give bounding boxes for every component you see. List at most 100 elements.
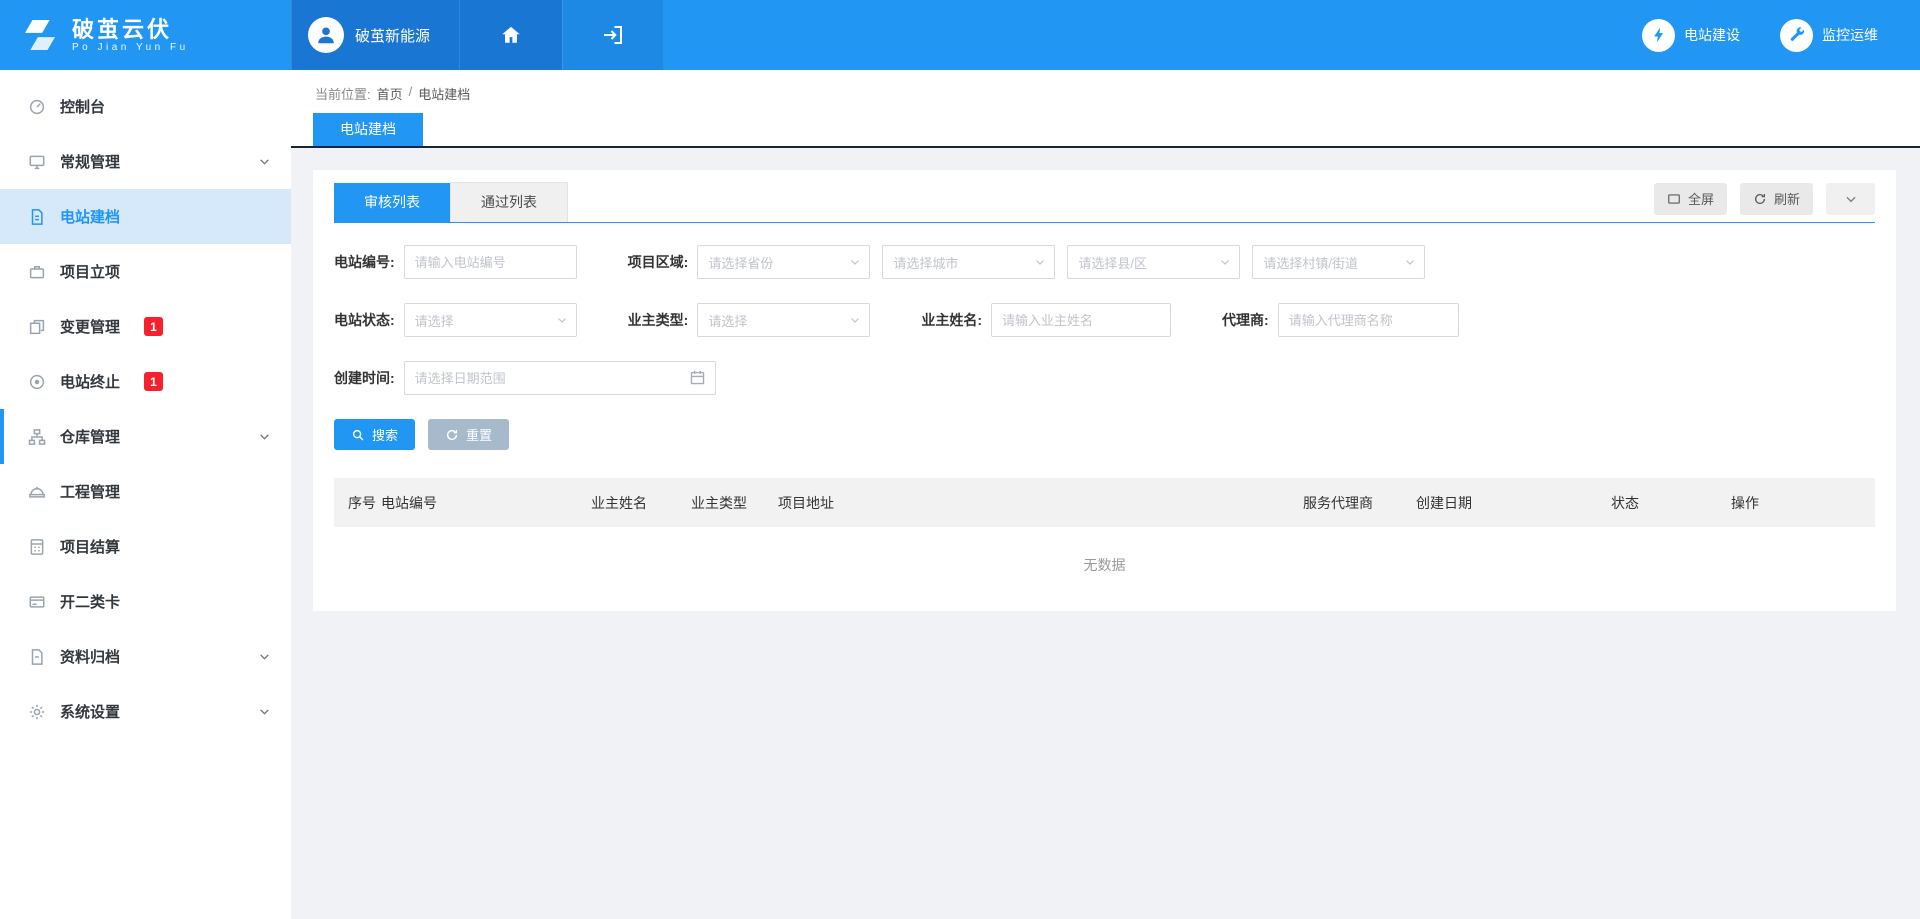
station-status-label: 电站状态:	[334, 310, 395, 330]
sidebar-item-class2-card[interactable]: 开二类卡	[0, 574, 291, 629]
tab-passed-list[interactable]: 通过列表	[450, 182, 568, 222]
owner-type-label: 业主类型:	[628, 310, 689, 330]
sidebar-item-label: 常规管理	[60, 151, 120, 172]
archive-icon	[28, 648, 46, 666]
province-select[interactable]: 请选择省份	[697, 245, 870, 279]
sidebar-item-data-archive[interactable]: 资料归档	[0, 629, 291, 684]
sidebar-item-dashboard[interactable]: 控制台	[0, 79, 291, 134]
sidebar-item-station-termination[interactable]: 电站终止 1	[0, 354, 291, 409]
nav-station-construction[interactable]: 电站建设	[1642, 19, 1740, 52]
town-select[interactable]: 请选择村镇/街道	[1252, 245, 1425, 279]
sidebar-item-label: 仓库管理	[60, 426, 120, 447]
city-select[interactable]: 请选择城市	[882, 245, 1055, 279]
chevron-down-icon	[258, 650, 271, 663]
stop-icon	[28, 373, 46, 391]
agent-input[interactable]	[1278, 303, 1459, 337]
refresh-button[interactable]: 刷新	[1740, 183, 1813, 215]
table-header-row: 序号 电站编号 业主姓名 业主类型 项目地址 服务代理商 创建日期 状态 操作	[334, 478, 1875, 527]
app-header: 破茧云伏 Po Jian Yun Fu 破茧新能源 电站建	[0, 0, 1920, 70]
date-range-input[interactable]	[404, 361, 716, 395]
region-label: 项目区域:	[628, 252, 689, 272]
station-no-label: 电站编号:	[334, 252, 395, 272]
page-tab-station-filing[interactable]: 电站建档	[313, 113, 423, 146]
collapse-panel-button[interactable]	[1826, 183, 1875, 215]
owner-name-input[interactable]	[991, 303, 1171, 337]
col-service-agent: 服务代理商	[1303, 493, 1416, 513]
fullscreen-icon	[1667, 192, 1681, 206]
col-owner-name: 业主姓名	[591, 493, 691, 513]
agent-label: 代理商:	[1222, 310, 1269, 330]
breadcrumb-separator: /	[409, 84, 413, 103]
sidebar-item-label: 电站建档	[60, 206, 120, 227]
tab-review-list[interactable]: 审核列表	[334, 183, 450, 222]
nav-monitor-ops[interactable]: 监控运维	[1780, 19, 1878, 52]
breadcrumb-prefix: 当前位置:	[315, 84, 371, 103]
breadcrumb: 当前位置: 首页 / 电站建档	[291, 84, 1920, 103]
lightning-icon	[1642, 19, 1675, 52]
county-select[interactable]: 请选择县/区	[1067, 245, 1240, 279]
brand-logo: 破茧云伏 Po Jian Yun Fu	[0, 0, 291, 70]
reset-button[interactable]: 重置	[428, 419, 509, 450]
sidebar-item-engineering-mgmt[interactable]: 工程管理	[0, 464, 291, 519]
nav-label: 电站建设	[1684, 25, 1740, 45]
chevron-down-icon	[258, 155, 271, 168]
col-station-no: 电站编号	[381, 493, 591, 513]
monitor-icon	[28, 153, 46, 171]
breadcrumb-home[interactable]: 首页	[377, 84, 403, 103]
brand-subtitle: Po Jian Yun Fu	[72, 42, 189, 53]
sidebar-item-label: 项目立项	[60, 261, 120, 282]
owner-type-select[interactable]: 请选择	[697, 303, 870, 337]
refresh-icon	[1753, 192, 1767, 206]
chevron-down-icon	[258, 430, 271, 443]
breadcrumb-current: 电站建档	[418, 84, 470, 103]
chevron-down-icon	[1219, 256, 1231, 268]
sidebar-item-warehouse-mgmt[interactable]: 仓库管理	[0, 409, 291, 464]
calculator-icon	[28, 538, 46, 556]
search-icon	[351, 428, 365, 442]
logo-icon	[20, 20, 60, 50]
login-icon	[601, 23, 625, 47]
sidebar-item-system-settings[interactable]: 系统设置	[0, 684, 291, 739]
chevron-down-icon	[258, 705, 271, 718]
sidebar-item-label: 变更管理	[60, 316, 120, 337]
header-spacer	[663, 0, 1642, 70]
chevron-down-icon	[556, 314, 568, 326]
helmet-icon	[28, 483, 46, 501]
col-status: 状态	[1611, 493, 1731, 513]
brand-title: 破茧云伏	[72, 17, 189, 42]
sidebar-item-change-mgmt[interactable]: 变更管理 1	[0, 299, 291, 354]
chevron-down-icon	[1844, 192, 1858, 206]
home-button[interactable]	[459, 0, 562, 70]
panel-tab-bar: 审核列表 通过列表 全屏 刷新	[334, 182, 1875, 223]
panel-card: 审核列表 通过列表 全屏 刷新	[313, 170, 1896, 611]
sidebar-item-label: 控制台	[60, 96, 105, 117]
sidebar-item-project-initiation[interactable]: 项目立项	[0, 244, 291, 299]
sitemap-icon	[28, 428, 46, 446]
dashboard-icon	[28, 98, 46, 116]
search-button[interactable]: 搜索	[334, 419, 415, 450]
home-icon	[500, 24, 522, 46]
sidebar-item-label: 电站终止	[60, 371, 120, 392]
sidebar-item-general-mgmt[interactable]: 常规管理	[0, 134, 291, 189]
col-project-address: 项目地址	[778, 493, 1303, 513]
sidebar-item-label: 系统设置	[60, 701, 120, 722]
person-icon	[315, 24, 337, 46]
chevron-down-icon	[1034, 256, 1046, 268]
gear-icon	[28, 703, 46, 721]
col-created-date: 创建日期	[1416, 493, 1611, 513]
sidebar-item-label: 项目结算	[60, 536, 120, 557]
fullscreen-button[interactable]: 全屏	[1654, 183, 1727, 215]
nav-label: 监控运维	[1822, 25, 1878, 45]
sidebar-item-project-settlement[interactable]: 项目结算	[0, 519, 291, 574]
user-menu[interactable]: 破茧新能源	[291, 0, 459, 70]
col-actions: 操作	[1731, 493, 1861, 513]
wrench-icon	[1780, 19, 1813, 52]
station-no-input[interactable]	[404, 245, 577, 279]
logout-button[interactable]	[562, 0, 663, 70]
col-owner-type: 业主类型	[691, 493, 778, 513]
company-name: 破茧新能源	[355, 25, 430, 46]
sidebar-item-station-filing[interactable]: 电站建档	[0, 189, 291, 244]
station-status-select[interactable]: 请选择	[404, 303, 577, 337]
owner-name-label: 业主姓名:	[921, 310, 982, 330]
sidebar-item-label: 工程管理	[60, 481, 120, 502]
